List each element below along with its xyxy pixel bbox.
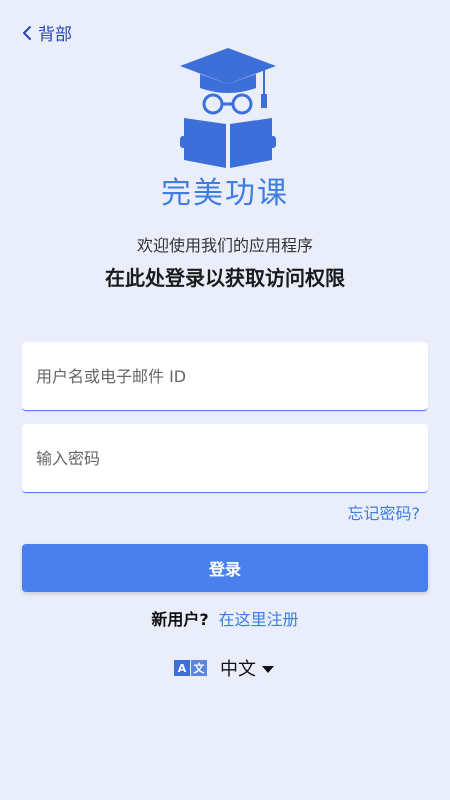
chevron-left-icon — [23, 25, 31, 40]
register-prompt: 新用户? 在这里注册 — [0, 606, 450, 630]
translate-icon-latin: A — [174, 660, 190, 676]
language-selector[interactable]: A 文 中文 — [174, 655, 274, 681]
password-field[interactable] — [22, 424, 428, 493]
username-input[interactable] — [22, 342, 420, 410]
password-input[interactable] — [22, 424, 420, 492]
app-name: 完美功课 — [161, 176, 289, 211]
new-user-label: 新用户? — [151, 610, 209, 629]
back-label: 背部 — [38, 25, 72, 45]
graduate-reader-logo — [180, 48, 276, 168]
forgot-password-link[interactable]: 忘记密码? — [348, 500, 421, 524]
translate-icon: A 文 — [174, 660, 208, 676]
welcome-text: 欢迎使用我们的应用程序 — [136, 236, 313, 255]
back-button[interactable]: 背部 — [22, 20, 72, 45]
caret-down-icon — [262, 665, 274, 673]
translate-icon-cjk: 文 — [191, 660, 207, 676]
register-link[interactable]: 在这里注册 — [219, 610, 299, 629]
login-button[interactable]: 登录 — [22, 544, 428, 592]
language-label: 中文 — [220, 659, 256, 680]
login-headline: 在此处登录以获取访问权限 — [105, 266, 345, 290]
username-field[interactable] — [22, 342, 428, 411]
